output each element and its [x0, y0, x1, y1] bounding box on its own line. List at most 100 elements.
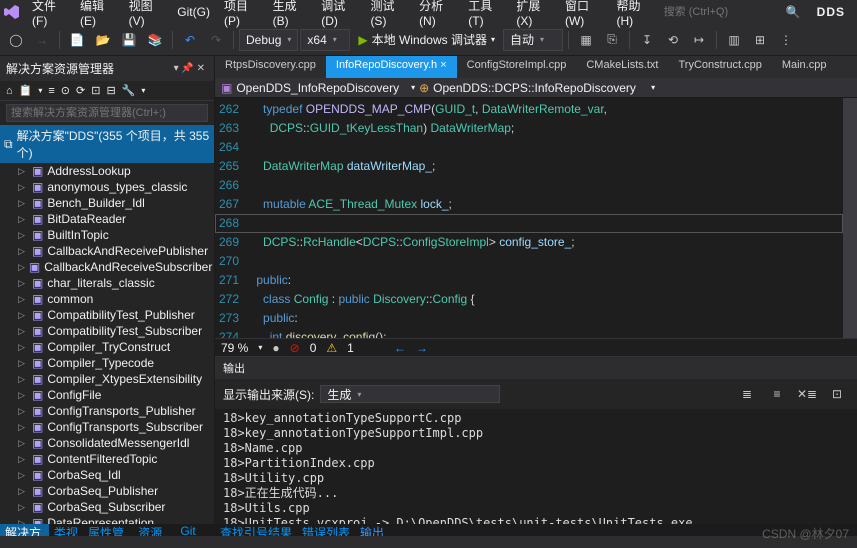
tb-icon[interactable]: ⟲ — [661, 28, 685, 52]
project-node[interactable]: ▷▣AddressLookup — [0, 163, 214, 179]
tb-icon[interactable]: 📋 — [19, 84, 33, 97]
project-node[interactable]: ▷▣common — [0, 291, 214, 307]
tab[interactable]: 属性管理器 — [83, 524, 133, 536]
code-editor[interactable]: 262263264265266267268269270271272273274 … — [215, 98, 857, 338]
nav-back-icon[interactable]: ◯ — [4, 28, 28, 52]
project-node[interactable]: ▷▣CompatibilityTest_Publisher — [0, 307, 214, 323]
file-tab[interactable]: Main.cpp — [772, 56, 837, 78]
redo-icon[interactable]: ↷ — [204, 28, 228, 52]
menu-item[interactable]: 文件(F) — [26, 0, 72, 30]
tb-icon[interactable]: ≡ — [48, 85, 54, 97]
tb-icon[interactable]: ↦ — [687, 28, 711, 52]
menu-item[interactable]: 分析(N) — [413, 0, 460, 30]
tab[interactable]: 解决方案... — [0, 524, 49, 536]
save-all-icon[interactable]: 📚 — [143, 28, 167, 52]
run-button[interactable]: ▶本地 Windows 调试器▾ — [352, 29, 501, 51]
save-icon[interactable]: 💾 — [117, 28, 141, 52]
output-source-combo[interactable]: 生成▾ — [320, 385, 500, 403]
project-node[interactable]: ▷▣DataRepresentation — [0, 515, 214, 524]
open-icon[interactable]: 📂 — [91, 28, 115, 52]
tab[interactable]: 输出 — [355, 524, 389, 536]
tb-icon[interactable]: ≣ — [735, 382, 759, 406]
scope-combo[interactable]: ▣OpenDDS_InfoRepoDiscovery — [215, 81, 405, 95]
tab[interactable]: 类视图 — [49, 524, 83, 536]
config-combo[interactable]: Debug▾ — [239, 29, 298, 51]
tb-icon[interactable]: ⊞ — [748, 28, 772, 52]
project-node[interactable]: ▷▣ContentFilteredTopic — [0, 451, 214, 467]
project-node[interactable]: ▷▣CorbaSeq_Subscriber — [0, 499, 214, 515]
project-node[interactable]: ▷▣Compiler_Typecode — [0, 355, 214, 371]
nav-fwd-icon[interactable]: → — [30, 28, 54, 52]
menu-item[interactable]: 编辑(E) — [74, 0, 121, 30]
project-node[interactable]: ▷▣ConfigFile — [0, 387, 214, 403]
mode-combo[interactable]: 自动▾ — [503, 29, 563, 51]
tab[interactable]: 资源视图 — [133, 524, 175, 536]
menu-item[interactable]: 测试(S) — [364, 0, 411, 30]
file-tab[interactable]: TryConstruct.cpp — [668, 56, 771, 78]
search-icon[interactable]: 🔍 — [786, 5, 801, 19]
error-icon[interactable]: ⊘ — [290, 341, 300, 355]
menu-item[interactable]: 窗口(W) — [559, 0, 609, 30]
tab[interactable]: 查找引号结果 — [215, 524, 297, 536]
menu-item[interactable]: 项目(P) — [218, 0, 265, 30]
tb-icon[interactable]: ≡ — [765, 382, 789, 406]
project-node[interactable]: ▷▣ConfigTransports_Subscriber — [0, 419, 214, 435]
code-text[interactable]: typedef OPENDDS_MAP_CMP(GUID_t, DataWrit… — [249, 98, 843, 338]
tab[interactable]: Git 更改 — [175, 524, 214, 536]
project-node[interactable]: ▷▣BuiltInTopic — [0, 227, 214, 243]
tab[interactable]: 错误列表 — [297, 524, 355, 536]
menu-item[interactable]: 工具(T) — [462, 0, 508, 30]
project-node[interactable]: ▷▣CorbaSeq_Idl — [0, 467, 214, 483]
tb-icon[interactable]: ⊡ — [825, 382, 849, 406]
menu-search-input[interactable] — [664, 6, 784, 18]
refresh-icon[interactable]: ⟳ — [76, 84, 85, 97]
tb-icon[interactable]: ⋮ — [774, 28, 798, 52]
tb-icon[interactable]: ✕≣ — [795, 382, 819, 406]
project-node[interactable]: ▷▣ConfigTransports_Publisher — [0, 403, 214, 419]
solution-node[interactable]: ⧉ 解决方案"DDS"(355 个项目，共 355 个) — [0, 125, 214, 163]
menu-item[interactable]: 视图(V) — [123, 0, 170, 30]
project-node[interactable]: ▷▣Compiler_TryConstruct — [0, 339, 214, 355]
project-node[interactable]: ▷▣BitDataReader — [0, 211, 214, 227]
v-scrollbar[interactable] — [843, 98, 857, 338]
menu-item[interactable]: Git(G) — [171, 3, 216, 21]
tb-icon[interactable]: ▥ — [722, 28, 746, 52]
menu-search[interactable] — [664, 6, 784, 18]
home-icon[interactable]: ⌂ — [6, 85, 13, 97]
project-node[interactable]: ▷▣CorbaSeq_Publisher — [0, 483, 214, 499]
file-tab[interactable]: InfoRepoDiscovery.h × — [326, 56, 457, 78]
nav-next-icon[interactable]: → — [416, 341, 428, 355]
wrench-icon[interactable]: 🔧 — [122, 84, 136, 97]
pin-icon[interactable]: ▾ 📌 ✕ — [171, 63, 208, 74]
tb-icon[interactable]: ▦ — [574, 28, 598, 52]
output-text[interactable]: 18>key_annotationTypeSupportC.cpp 18>key… — [215, 409, 857, 524]
file-tab[interactable]: ConfigStoreImpl.cpp — [457, 56, 577, 78]
sidebar-bottom-tabs[interactable]: 解决方案...类视图属性管理器资源视图Git 更改 — [0, 524, 214, 536]
tb-icon[interactable]: ⊙ — [61, 84, 70, 97]
tb-icon[interactable]: ⎘ — [600, 28, 624, 52]
output-bottom-tabs[interactable]: 查找引号结果错误列表输出 — [215, 524, 857, 536]
project-node[interactable]: ▷▣CompatibilityTest_Subscriber — [0, 323, 214, 339]
tb-icon[interactable]: ⊟ — [106, 84, 115, 97]
tb-icon[interactable]: ↧ — [635, 28, 659, 52]
file-tab[interactable]: CMakeLists.txt — [576, 56, 668, 78]
project-node[interactable]: ▷▣CallbackAndReceivePublisher — [0, 243, 214, 259]
project-node[interactable]: ▷▣char_literals_classic — [0, 275, 214, 291]
project-node[interactable]: ▷▣Compiler_XtypesExtensibility — [0, 371, 214, 387]
new-file-icon[interactable]: 📄 — [65, 28, 89, 52]
nav-prev-icon[interactable]: ← — [394, 341, 406, 355]
warning-icon[interactable]: ⚠ — [326, 341, 337, 355]
project-tree[interactable]: ▷▣AddressLookup▷▣anonymous_types_classic… — [0, 163, 214, 524]
menu-item[interactable]: 扩展(X) — [510, 0, 557, 30]
tb-icon[interactable]: ⊡ — [91, 84, 100, 97]
file-tab[interactable]: RtpsDiscovery.cpp — [215, 56, 326, 78]
menu-item[interactable]: 调试(D) — [315, 0, 362, 30]
platform-combo[interactable]: x64▾ — [300, 29, 350, 51]
project-node[interactable]: ▷▣anonymous_types_classic — [0, 179, 214, 195]
member-combo[interactable]: ▾⊕OpenDDS::DCPS::InfoRepoDiscovery — [405, 81, 645, 95]
undo-icon[interactable]: ↶ — [178, 28, 202, 52]
menu-item[interactable]: 帮助(H) — [610, 0, 657, 30]
project-node[interactable]: ▷▣Bench_Builder_Idl — [0, 195, 214, 211]
menu-item[interactable]: 生成(B) — [267, 0, 314, 30]
sln-search-input[interactable] — [6, 104, 208, 122]
